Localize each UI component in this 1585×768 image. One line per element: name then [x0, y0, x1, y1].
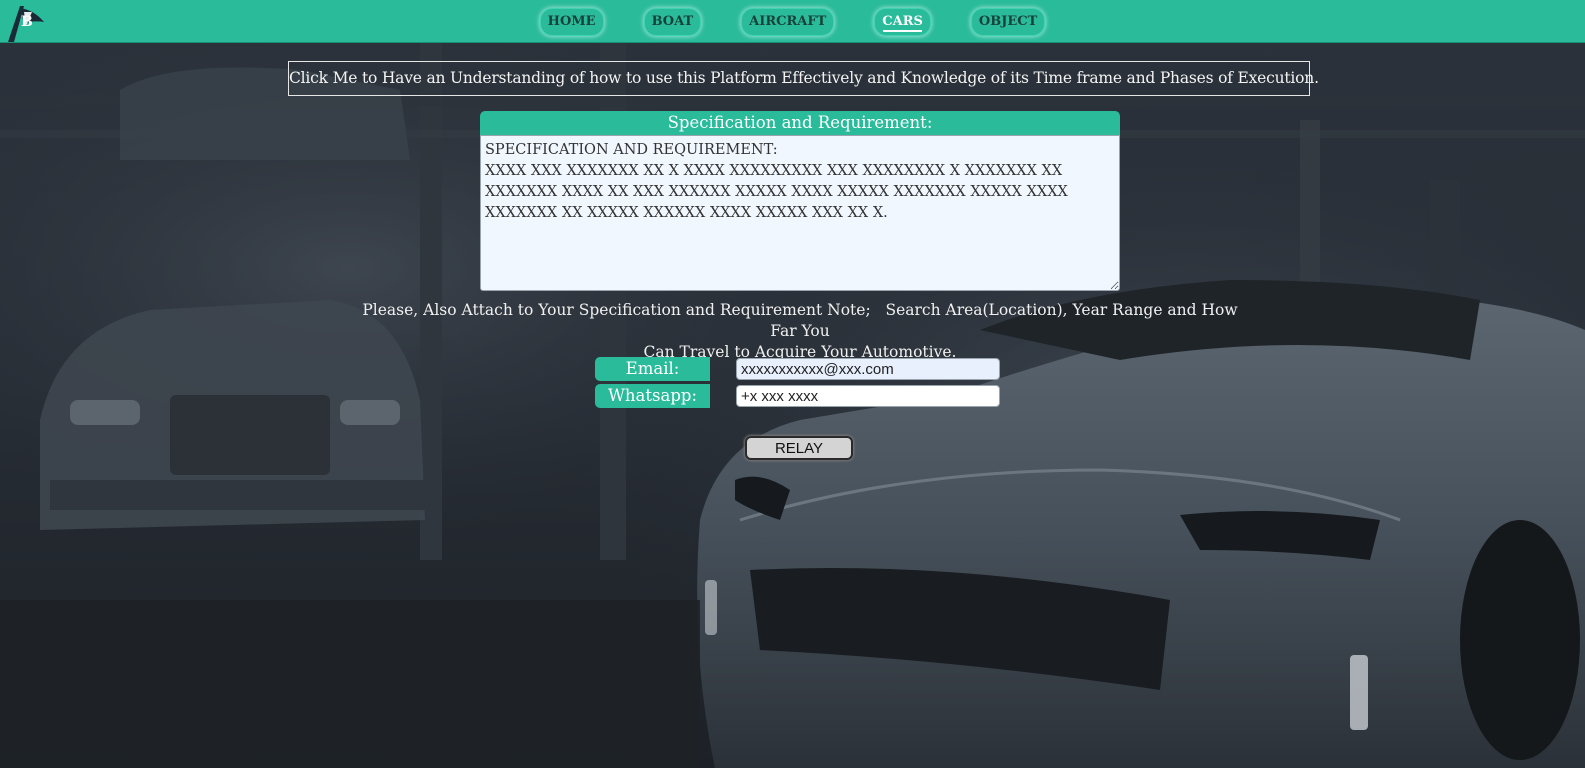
specification-header: Specification and Requirement: [480, 111, 1120, 135]
whatsapp-field[interactable] [736, 385, 1000, 407]
platform-guide-link[interactable]: Click Me to Have an Understanding of how… [288, 61, 1319, 96]
attachment-note: Please, Also Attach to Your Specificatio… [350, 300, 1250, 363]
nav-item-object[interactable]: OBJECT [970, 8, 1046, 36]
specification-panel: Specification and Requirement: [480, 111, 1120, 291]
relay-button[interactable]: RELAY [745, 436, 853, 460]
email-label: Email: [595, 357, 710, 381]
whatsapp-label: Whatsapp: [595, 384, 710, 408]
top-nav-bar: B HOME BOAT AIRCRAFT CARS OBJECT [0, 0, 1585, 43]
attachment-note-line-1: Please, Also Attach to Your Specificatio… [362, 301, 1238, 340]
nav-item-cars[interactable]: CARS [874, 8, 931, 36]
email-field[interactable] [736, 358, 1000, 380]
nav-menu: HOME BOAT AIRCRAFT CARS OBJECT [0, 8, 1585, 36]
nav-item-aircraft[interactable]: AIRCRAFT [741, 8, 835, 36]
nav-item-boat[interactable]: BOAT [643, 8, 702, 36]
specification-textarea[interactable] [480, 135, 1120, 291]
nav-item-home[interactable]: HOME [539, 8, 604, 36]
